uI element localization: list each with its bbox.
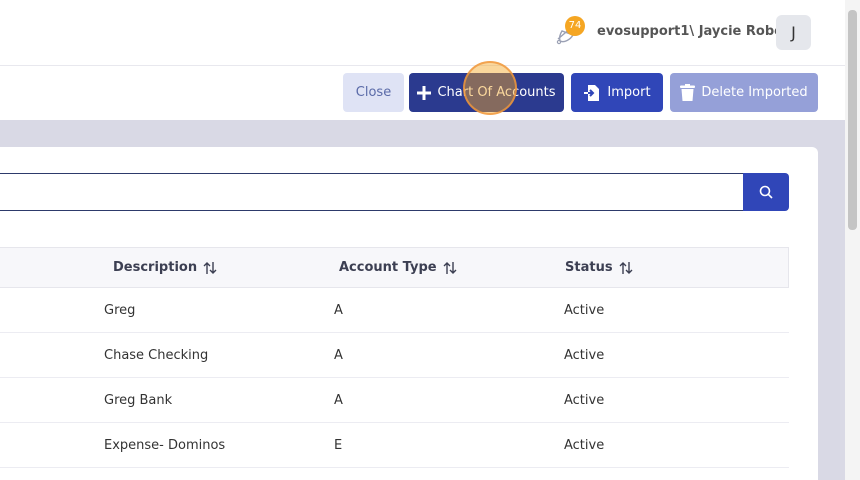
cell-description: Expense- Dominos xyxy=(104,438,226,453)
column-header-account-type[interactable]: Account Type xyxy=(339,260,457,275)
avatar[interactable]: J xyxy=(776,15,811,50)
cell-status: Active xyxy=(564,438,605,453)
cell-account-type: E xyxy=(334,438,343,453)
cell-status: Active xyxy=(564,303,605,318)
table-row[interactable]: Expense- Dominos E Active xyxy=(0,423,789,468)
import-label: Import xyxy=(607,85,651,100)
table-row[interactable]: Chase Checking A Active xyxy=(0,333,789,378)
search-input[interactable] xyxy=(0,173,744,211)
sort-icon xyxy=(443,261,457,274)
delete-imported-button[interactable]: Delete Imported xyxy=(670,73,818,112)
search-button[interactable] xyxy=(743,173,789,211)
table-row[interactable]: Greg A Active xyxy=(0,288,789,333)
sort-icon xyxy=(619,261,633,274)
file-import-icon xyxy=(584,84,600,101)
cell-status: Active xyxy=(564,348,605,363)
cell-account-type: A xyxy=(334,348,343,363)
search-icon xyxy=(759,185,773,199)
cell-description: Greg xyxy=(104,303,136,318)
column-header-status[interactable]: Status xyxy=(565,260,633,275)
table-row[interactable]: Greg Bank A Active xyxy=(0,378,789,423)
import-button[interactable]: Import xyxy=(571,73,663,112)
notification-badge: 74 xyxy=(565,16,585,36)
trash-icon xyxy=(680,84,696,101)
cell-description: Chase Checking xyxy=(104,348,209,363)
top-bar: 74 evosupport1\ Jaycie Roberts J xyxy=(0,0,860,66)
cell-description: Greg Bank xyxy=(104,393,173,408)
column-header-description[interactable]: Description xyxy=(113,260,217,275)
close-button[interactable]: Close xyxy=(343,73,404,112)
cell-status: Active xyxy=(564,393,605,408)
close-button-label: Close xyxy=(355,85,392,100)
cell-account-type: A xyxy=(334,393,343,408)
accounts-table: Description Account Type Status Greg A A… xyxy=(0,247,789,468)
plus-icon xyxy=(417,85,432,100)
delete-imported-label: Delete Imported xyxy=(701,85,808,100)
table-header: Description Account Type Status xyxy=(0,247,789,288)
user-name[interactable]: evosupport1\ Jaycie Roberts xyxy=(597,24,803,39)
cell-account-type: A xyxy=(334,303,343,318)
chart-of-accounts-label: Chart Of Accounts xyxy=(437,85,556,100)
action-bar: Close Chart Of Accounts Import Delete Im… xyxy=(0,66,860,120)
sort-icon xyxy=(203,261,217,274)
add-chart-of-accounts-button[interactable]: Chart Of Accounts xyxy=(409,73,564,112)
scrollbar-thumb[interactable] xyxy=(848,10,857,230)
